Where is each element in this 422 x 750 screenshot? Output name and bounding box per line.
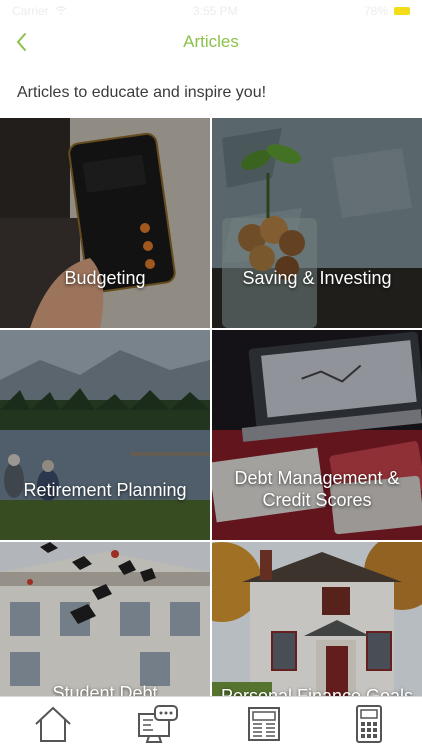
- status-bar: Carrier 3:55 PM 78%: [0, 0, 422, 22]
- category-tile-saving-investing[interactable]: Saving & Investing: [212, 118, 422, 328]
- category-label: Budgeting: [64, 268, 146, 288]
- tile-overlay: [212, 542, 422, 696]
- carrier-label: Carrier: [12, 4, 49, 18]
- status-left: Carrier: [12, 4, 67, 18]
- back-button[interactable]: [6, 24, 36, 60]
- category-label: Retirement Planning: [23, 480, 187, 500]
- article-category-grid: Budgeting Saving & Investing Retirement …: [0, 118, 422, 696]
- category-tile-debt-management[interactable]: Debt Management & Credit Scores: [212, 330, 422, 540]
- tab-chat[interactable]: [128, 700, 188, 748]
- newspaper-icon: [247, 706, 280, 741]
- tab-news[interactable]: [234, 700, 294, 748]
- tab-home[interactable]: [23, 700, 83, 748]
- battery-icon: [394, 7, 410, 15]
- category-tile-student-debt[interactable]: Student Debt: [0, 542, 210, 696]
- category-tile-retirement-planning[interactable]: Retirement Planning: [0, 330, 210, 540]
- intro-text: Articles to educate and inspire you!: [17, 84, 267, 101]
- home-icon: [35, 706, 71, 742]
- status-time: 3:55 PM: [192, 4, 238, 18]
- category-tile-personal-finance-goals[interactable]: Personal Finance Goals: [212, 542, 422, 696]
- tab-calculator[interactable]: [339, 700, 399, 748]
- tile-overlay: [0, 330, 210, 540]
- category-label: Personal Finance Goals: [220, 686, 414, 696]
- category-label: Debt Management & Credit Scores: [234, 468, 400, 510]
- tile-overlay: [0, 542, 210, 696]
- wifi-icon: [55, 4, 67, 18]
- category-label: Student Debt: [52, 683, 158, 696]
- bottom-tab-bar: [0, 696, 422, 750]
- chevron-left-icon: [16, 33, 26, 51]
- tile-overlay: [212, 118, 422, 328]
- chat-monitor-icon: [138, 704, 179, 743]
- nav-bar: Articles: [0, 22, 422, 62]
- page-title: Articles: [183, 32, 239, 51]
- category-label: Saving & Investing: [242, 268, 392, 288]
- category-tile-budgeting[interactable]: Budgeting: [0, 118, 210, 328]
- status-right: 78%: [364, 4, 410, 18]
- battery-percent: 78%: [363, 4, 388, 18]
- tile-overlay: [0, 118, 210, 328]
- calculator-icon: [356, 704, 383, 743]
